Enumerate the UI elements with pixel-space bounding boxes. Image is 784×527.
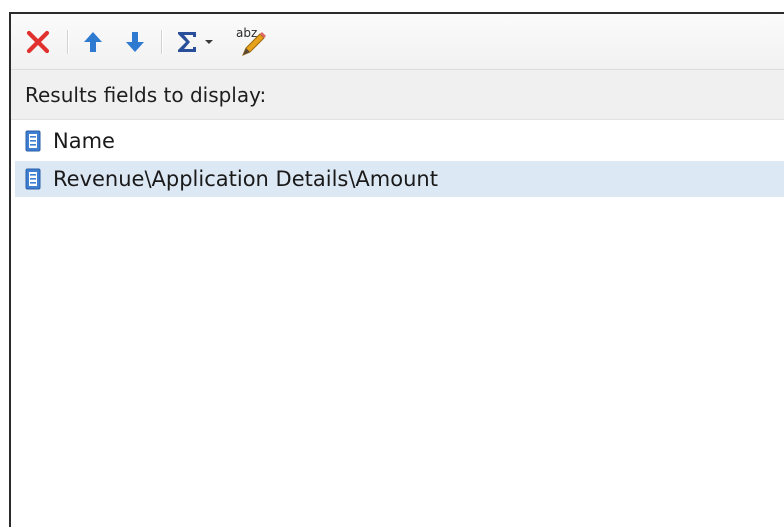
x-icon [26,30,50,54]
list-item-name[interactable]: Name [15,123,784,159]
move-down-button[interactable] [119,25,151,59]
field-icon [25,130,41,152]
arrow-up-icon [84,32,102,52]
field-label: Revenue\Application Details\Amount [53,167,438,191]
field-label: Name [53,129,115,153]
summarize-dropdown-button[interactable] [171,25,219,59]
field-icon [25,168,41,190]
results-fields-panel: abz Results fields to display: Name Reve… [9,12,784,527]
sigma-icon [178,32,196,52]
results-fields-list[interactable]: Name Revenue\Application Details\Amount [11,120,784,527]
svg-text:abz: abz [236,26,257,40]
toolbar: abz [11,14,784,70]
list-item-revenue-amount[interactable]: Revenue\Application Details\Amount [15,161,784,197]
remove-button[interactable] [23,25,53,59]
abz-pencil-icon: abz [236,26,266,56]
toolbar-separator [67,30,69,54]
chevron-down-icon [205,40,213,44]
arrow-down-icon [126,32,144,52]
rename-button[interactable]: abz [231,25,271,59]
move-up-button[interactable] [77,25,109,59]
results-fields-header: Results fields to display: [11,70,784,120]
toolbar-separator [161,30,163,54]
